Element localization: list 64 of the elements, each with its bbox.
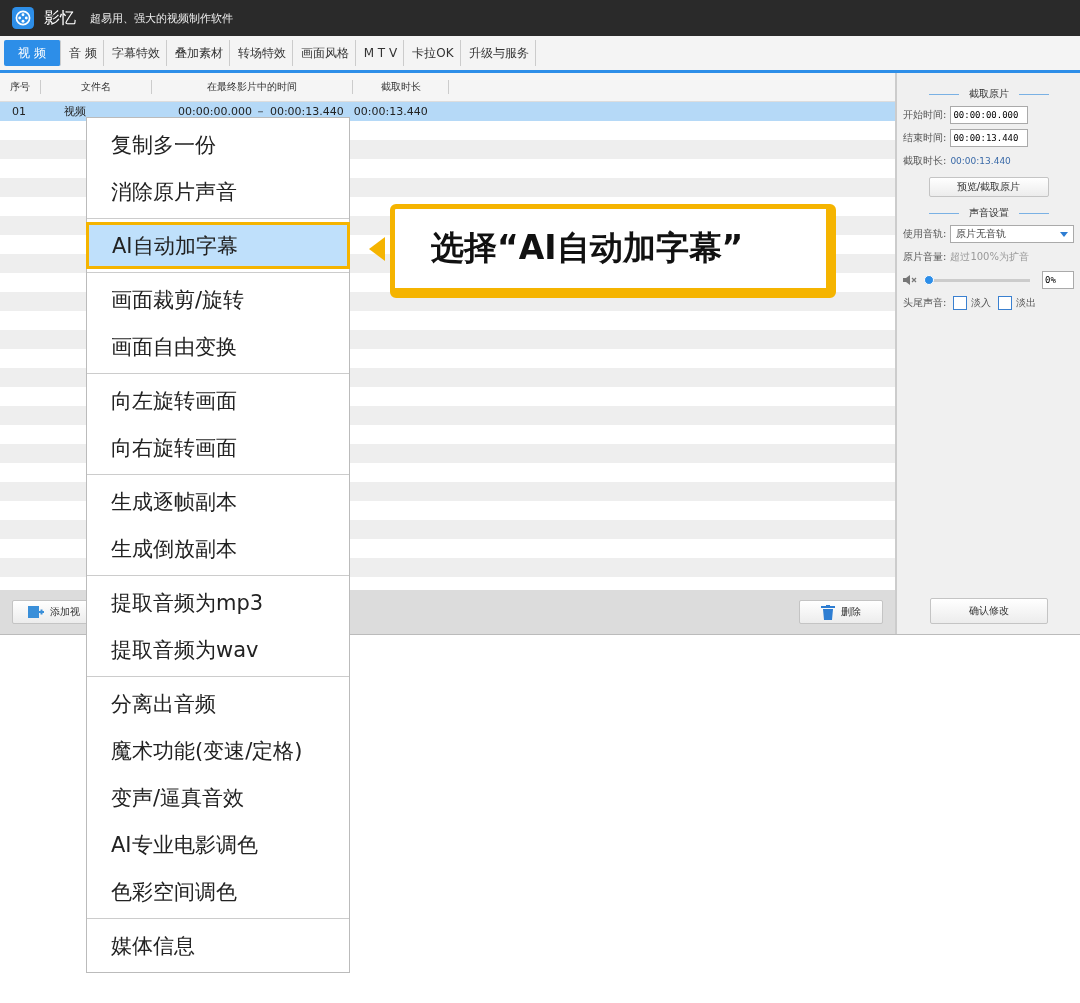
preview-button[interactable]: 预览/截取原片	[928, 177, 1049, 197]
tab[interactable]: 画面风格	[294, 40, 356, 66]
field-label: 结束时间:	[903, 131, 947, 145]
speaker-muted-icon	[903, 275, 917, 285]
table-cell-text: 01	[11, 105, 27, 118]
app-name: 影忆	[44, 7, 76, 29]
menu-item[interactable]: 提取音频为wav	[87, 626, 349, 673]
menu-item[interactable]: 向左旋转画面	[87, 377, 349, 424]
field-label: 原片音量:	[903, 250, 947, 264]
menu-item[interactable]: 画面自由变换	[87, 323, 349, 370]
tab[interactable]: 卡拉OK	[406, 40, 461, 66]
menu-item[interactable]: 生成逐帧副本	[87, 478, 349, 525]
tab[interactable]: M T V	[357, 40, 405, 66]
end-time-field[interactable]: 00:00:13.440	[950, 129, 1029, 147]
table-cell-text: 00:00:13.440	[352, 105, 428, 118]
column-header: 文件名	[41, 80, 152, 94]
duration-value: 00:00:13.440	[950, 156, 1011, 166]
column-header: 截取时长	[353, 80, 449, 94]
pointer-arrow	[369, 237, 385, 261]
menu-item[interactable]: 媒体信息	[87, 922, 349, 969]
field-label: 头尾声音:	[903, 296, 947, 310]
menu-item[interactable]: 画面裁剪/旋转	[87, 276, 349, 323]
menu-item[interactable]: 分离出音频	[87, 680, 349, 727]
trash-icon	[821, 604, 835, 620]
tab[interactable]: 叠加素材	[168, 40, 230, 66]
app-subtitle: 超易用、强大的视频制作软件	[90, 10, 233, 26]
field-label: 使用音轨:	[903, 227, 947, 241]
table-cell-text: 00:00:00.000 － 00:00:13.440	[177, 104, 344, 119]
checkbox-label: 淡入	[971, 296, 992, 310]
field-label: 截取时长:	[903, 154, 947, 168]
section-title: 声音设置	[968, 206, 1009, 220]
track-dropdown[interactable]: 原片无音轨	[950, 225, 1074, 243]
table-row[interactable]: 01 视频 00:00:00.000 － 00:00:13.440 00:00:13.440	[0, 102, 895, 121]
caret-icon	[1060, 231, 1068, 237]
menu-item[interactable]: 生成倒放副本	[87, 525, 349, 572]
tab[interactable]: 转场特效	[231, 40, 293, 66]
menu-item[interactable]: 消除原片声音	[87, 168, 349, 215]
column-header: 序号	[0, 80, 41, 94]
menu-item[interactable]: 向右旋转画面	[87, 424, 349, 471]
tab[interactable]: 字幕特效	[105, 40, 167, 66]
checkbox[interactable]	[953, 296, 968, 310]
confirm-button[interactable]: 确认修改	[929, 598, 1048, 624]
film-reel-icon	[12, 7, 34, 29]
menu-item[interactable]: 魔术功能(变速/定格)	[87, 727, 349, 774]
delete-button[interactable]: 删除	[799, 600, 883, 624]
volume-field[interactable]: 0%	[1042, 271, 1074, 289]
start-time-field[interactable]: 00:00:00.000	[950, 106, 1029, 124]
menu-item[interactable]: AI自动加字幕	[86, 222, 350, 269]
column-header: 在最终影片中的时间	[152, 80, 353, 94]
volume-hint: 超过100%为扩音	[950, 250, 1029, 264]
add-clip-icon	[28, 606, 44, 618]
slider-thumb[interactable]	[924, 274, 934, 285]
menu-item[interactable]: AI专业电影调色	[87, 821, 349, 868]
tab[interactable]: 音 频	[62, 40, 104, 66]
callout-text: 选择“AI自动加字幕”	[431, 227, 744, 269]
section-title: 截取原片	[968, 87, 1009, 101]
tab[interactable]: 升级与服务	[462, 40, 536, 66]
menu-item[interactable]: 复制多一份	[87, 121, 349, 168]
table-cell-text: 视频	[63, 104, 87, 119]
checkbox[interactable]	[998, 296, 1013, 310]
checkbox-label: 淡出	[1016, 296, 1037, 310]
menu-item[interactable]: 变声/逼真音效	[87, 774, 349, 821]
menu-item[interactable]: 色彩空间调色	[87, 868, 349, 915]
field-label: 开始时间:	[903, 108, 947, 122]
